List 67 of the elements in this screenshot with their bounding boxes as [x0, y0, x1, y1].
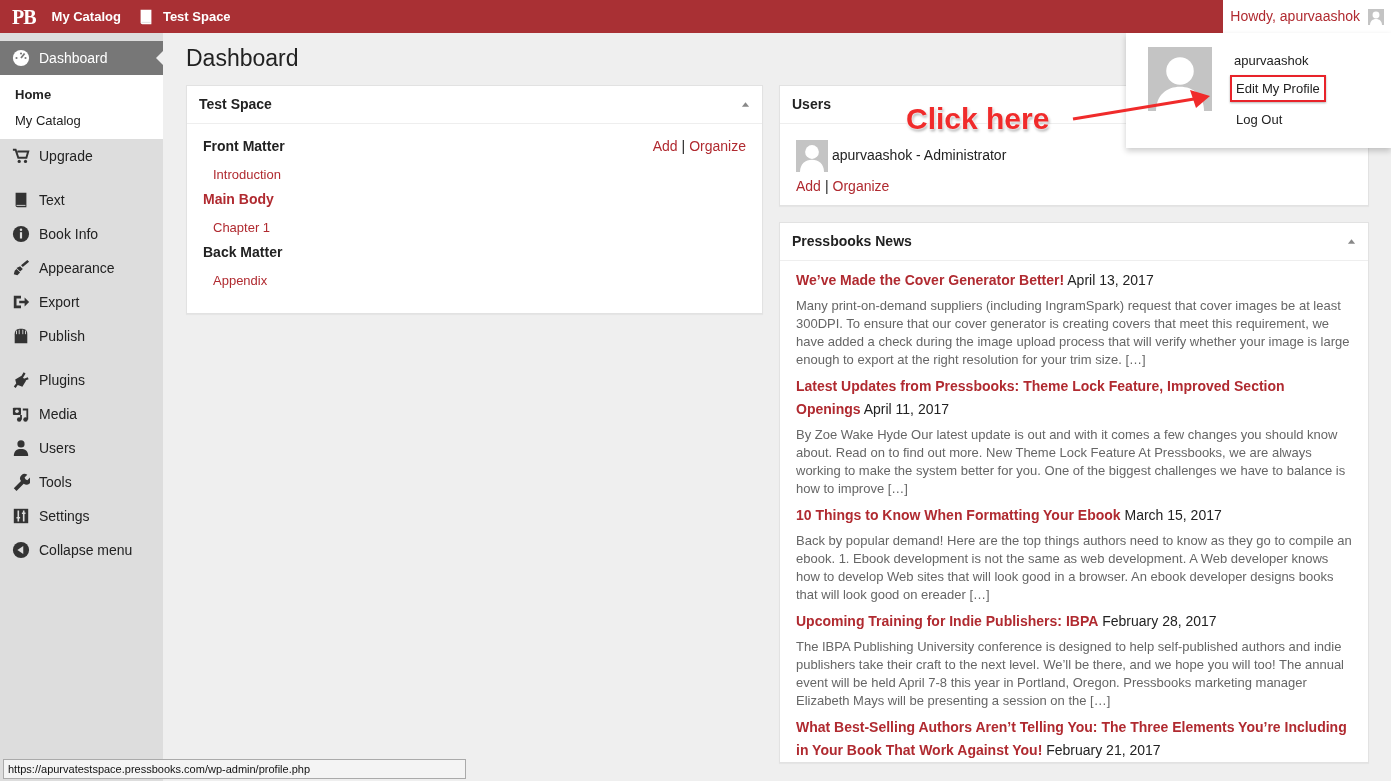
- collapse-icon: [12, 541, 30, 559]
- avatar-icon: [796, 139, 828, 172]
- avatar-icon: [1148, 47, 1212, 111]
- sidebar-item[interactable]: Upgrade: [0, 139, 163, 173]
- news-headline[interactable]: What Best-Selling Authors Aren’t Telling You: The Three Elements You’re Including in Your Book That Work Against You! February 21, 2017: [796, 715, 1352, 762]
- cart-icon: [12, 147, 30, 165]
- export-icon: [12, 293, 30, 311]
- page-title: Dashboard: [186, 45, 299, 73]
- news-headline[interactable]: 10 Things to Know When Formatting Your Ebook March 15, 2017: [796, 503, 1352, 527]
- plug-icon: [12, 371, 30, 389]
- info-icon: [12, 225, 30, 243]
- chapter-link[interactable]: Appendix: [213, 270, 268, 291]
- wrench-icon: [12, 473, 30, 491]
- submenu-item[interactable]: My Catalog: [0, 107, 163, 133]
- section-title: Back Matter: [203, 242, 283, 262]
- sidebar-item[interactable]: Dashboard: [0, 41, 163, 75]
- chapter-link[interactable]: Introduction: [213, 164, 281, 185]
- sidebar-item[interactable]: Media: [0, 397, 163, 431]
- account-menu-toggle[interactable]: Howdy, apurvaashok: [1223, 0, 1391, 33]
- sidebar-item[interactable]: Text: [0, 183, 163, 217]
- sidebar-item[interactable]: Settings: [0, 499, 163, 533]
- sidebar-item[interactable]: Users: [0, 431, 163, 465]
- widget-title: Users: [792, 94, 831, 114]
- collapse-toggle-icon[interactable]: [741, 99, 750, 109]
- news-excerpt: Many print-on-demand suppliers (including IngramSpark) request that cover images be at least 300DPI. To ensure that our cover generator is creating covers that meet this requirement, we have added a check during the image upload process that will verify whether your image is large enough to export at the right resolution for your trim size. […]: [796, 296, 1351, 369]
- news-excerpt: The IBPA Publishing University conference is designed to help self-published authors and indie publishers take their craft to the next level. We’ll be there, and we hope you will too! The annual event will be held April 7-8 this year in Portland, Oregon. Pressbooks marketing manager Elizabeth Mays will be presenting a session on the […]: [796, 637, 1345, 710]
- widget-action-link[interactable]: Organize: [689, 135, 746, 157]
- dropdown-link[interactable]: Edit My Profile: [1230, 74, 1326, 102]
- dashboard-icon: [12, 49, 30, 67]
- news-headline[interactable]: We’ve Made the Cover Generator Better! April 13, 2017: [796, 268, 1352, 292]
- news-excerpt: Back by popular demand! Here are the top things authors need to know as they go to compile an ebook. 1. Ebook development is not the same as web development. A Web developer knows how to develop Web sites that will look good in a browser. An ebook developer designs books that will look good on ereader […]: [796, 531, 1352, 604]
- widget-action-link[interactable]: Add: [652, 135, 678, 157]
- section-title: Front Matter: [203, 136, 285, 156]
- sidebar-item[interactable]: Tools: [0, 465, 163, 499]
- separator-text: |: [824, 176, 829, 196]
- submenu-item[interactable]: Home: [0, 82, 163, 108]
- separator-text: |: [681, 136, 686, 156]
- users-action-link[interactable]: Organize: [832, 175, 890, 197]
- chapter-link[interactable]: Chapter 1: [213, 217, 271, 238]
- news-excerpt: By Zoe Wake Hyde Our latest update is out and with it comes a few changes you should know about. Read on to find out more. New Theme Lock Feature At Pressbooks, we are always working to make the system better for you. One of the biggest challenges we have to balance is how to improve […]: [796, 425, 1347, 498]
- widget-title: Pressbooks News: [792, 231, 912, 251]
- settings-icon: [12, 507, 30, 525]
- sidebar-item[interactable]: Appearance: [0, 251, 163, 285]
- news-headline[interactable]: Upcoming Training for Indie Publishers: IBPA February 28, 2017: [796, 609, 1352, 633]
- annotation-text: Click here: [906, 101, 1050, 137]
- media-icon: [12, 405, 30, 423]
- user-icon: [12, 439, 30, 457]
- widget-title: Test Space: [199, 94, 272, 114]
- avatar-icon: [1368, 8, 1384, 25]
- status-url: https://apurvatestspace.pressbooks.com/wp-admin/profile.php: [3, 758, 466, 779]
- sidebar-item[interactable]: Export: [0, 285, 163, 319]
- dropdown-username: apurvaashok: [1234, 52, 1310, 70]
- collapse-toggle-icon[interactable]: [1347, 236, 1356, 246]
- news-headline[interactable]: Latest Updates from Pressbooks: Theme Lock Feature, Improved Section Openings April 11, 2017: [796, 374, 1352, 421]
- section-title[interactable]: Main Body: [203, 188, 274, 210]
- brush-icon: [12, 259, 30, 277]
- users-action-link[interactable]: Add: [796, 175, 821, 197]
- user-name: apurvaashok - Administrator: [832, 146, 1007, 166]
- shop-icon: [12, 327, 30, 345]
- dropdown-link[interactable]: Log Out: [1230, 106, 1326, 134]
- sidebar-item[interactable]: Plugins: [0, 363, 163, 397]
- admin-bar-link[interactable]: Test Space: [136, 6, 231, 27]
- sidebar-item[interactable]: Collapse menu: [0, 533, 163, 567]
- sidebar-item[interactable]: Publish: [0, 319, 163, 353]
- admin-bar-link[interactable]: My Catalog: [51, 6, 121, 27]
- sidebar-item[interactable]: Book Info: [0, 217, 163, 251]
- logo[interactable]: PB: [4, 1, 44, 32]
